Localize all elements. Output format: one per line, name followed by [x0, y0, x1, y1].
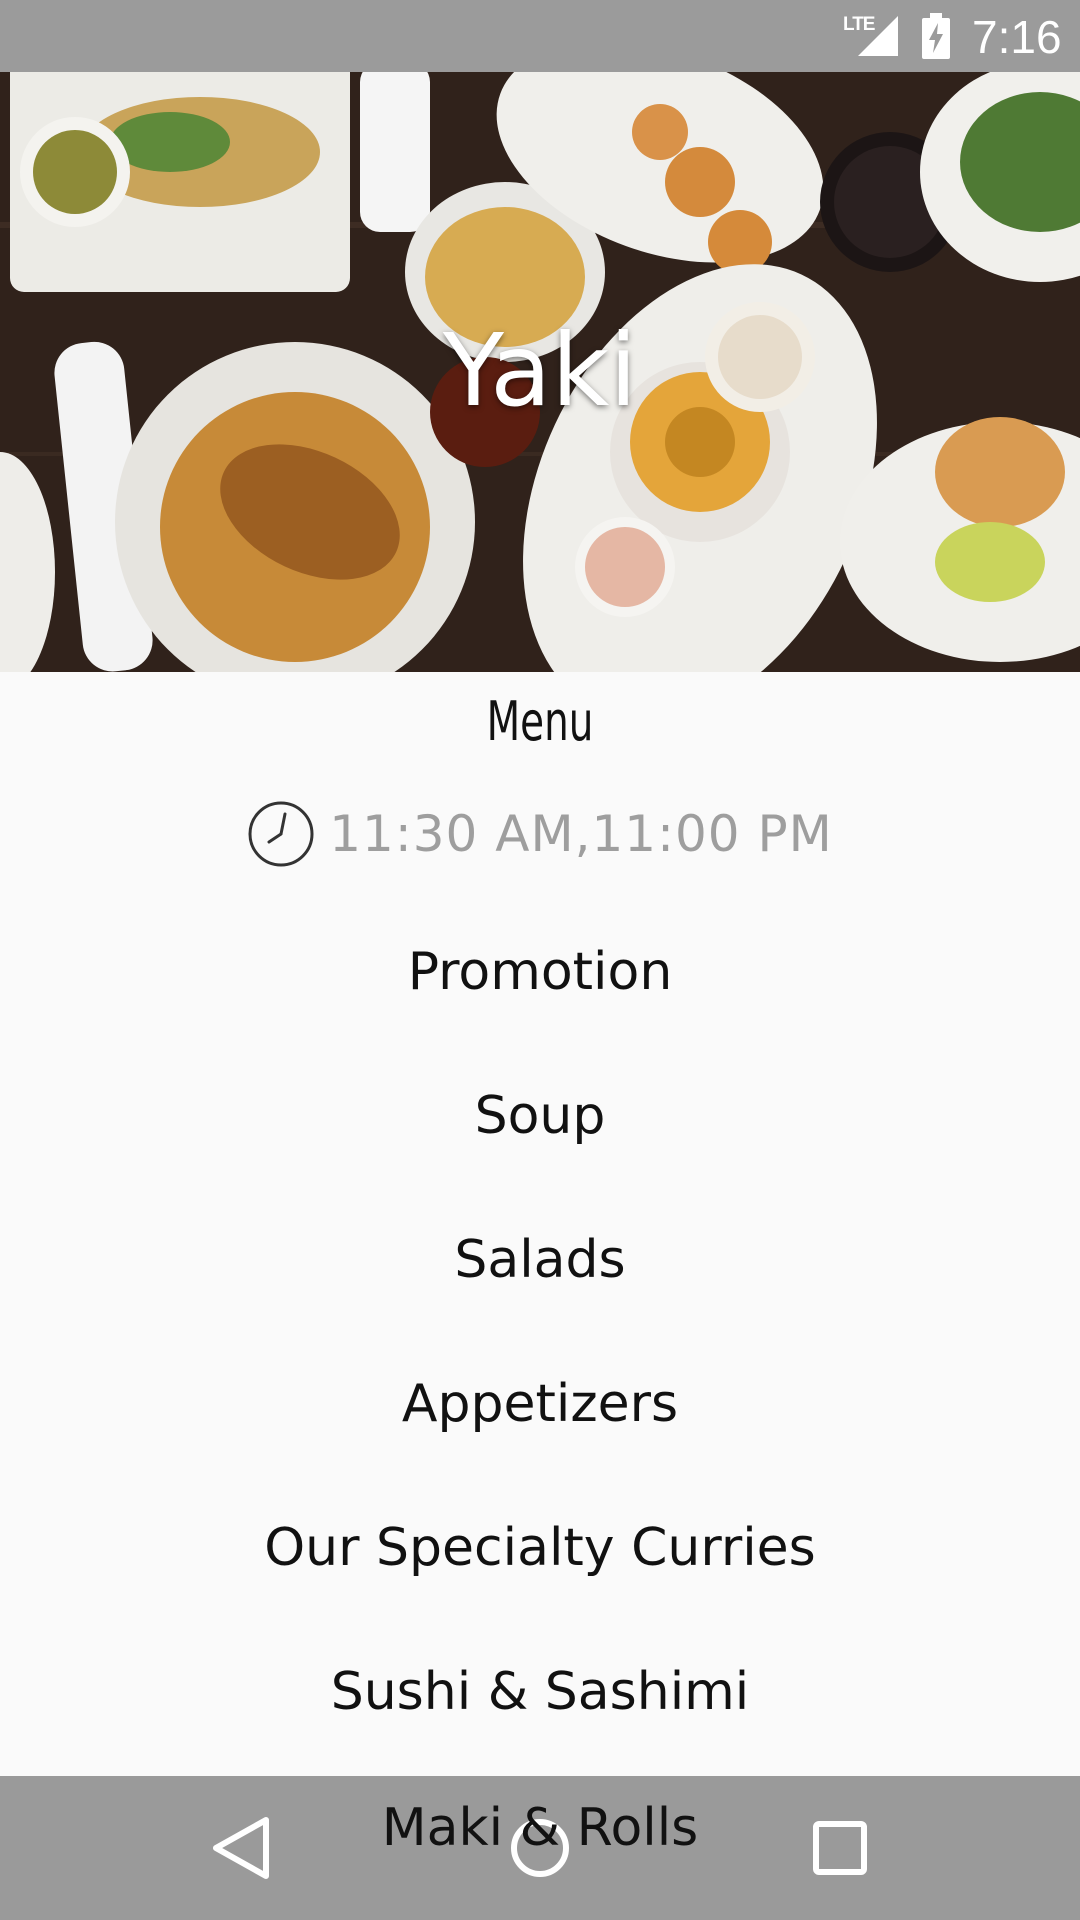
lte-signal-icon: [858, 16, 898, 56]
category-item-maki-rolls[interactable]: Maki & Rolls: [0, 1798, 1080, 1858]
category-item-promotion[interactable]: Promotion: [0, 900, 1080, 1044]
category-item-appetizers[interactable]: Appetizers: [0, 1332, 1080, 1476]
status-time: 7:16: [972, 11, 1062, 63]
status-bar: LTE 7:16: [0, 0, 1080, 72]
category-item-soup[interactable]: Soup: [0, 1044, 1080, 1188]
restaurant-name: Yaki: [442, 312, 638, 429]
opening-hours: 11:30 AM,11:00 PM: [0, 800, 1080, 868]
hours-text: 11:30 AM,11:00 PM: [329, 805, 833, 863]
battery-charging-icon: [922, 13, 950, 59]
category-item-salads[interactable]: Salads: [0, 1188, 1080, 1332]
category-item-specialty-curries[interactable]: Our Specialty Curries: [0, 1476, 1080, 1620]
menu-heading: Menu: [486, 690, 594, 753]
category-list: Promotion Soup Salads Appetizers Our Spe…: [0, 900, 1080, 1764]
hero-image: Yaki: [0, 72, 1080, 672]
clock-icon: [248, 801, 314, 867]
category-item-sushi-sashimi[interactable]: Sushi & Sashimi: [0, 1620, 1080, 1764]
